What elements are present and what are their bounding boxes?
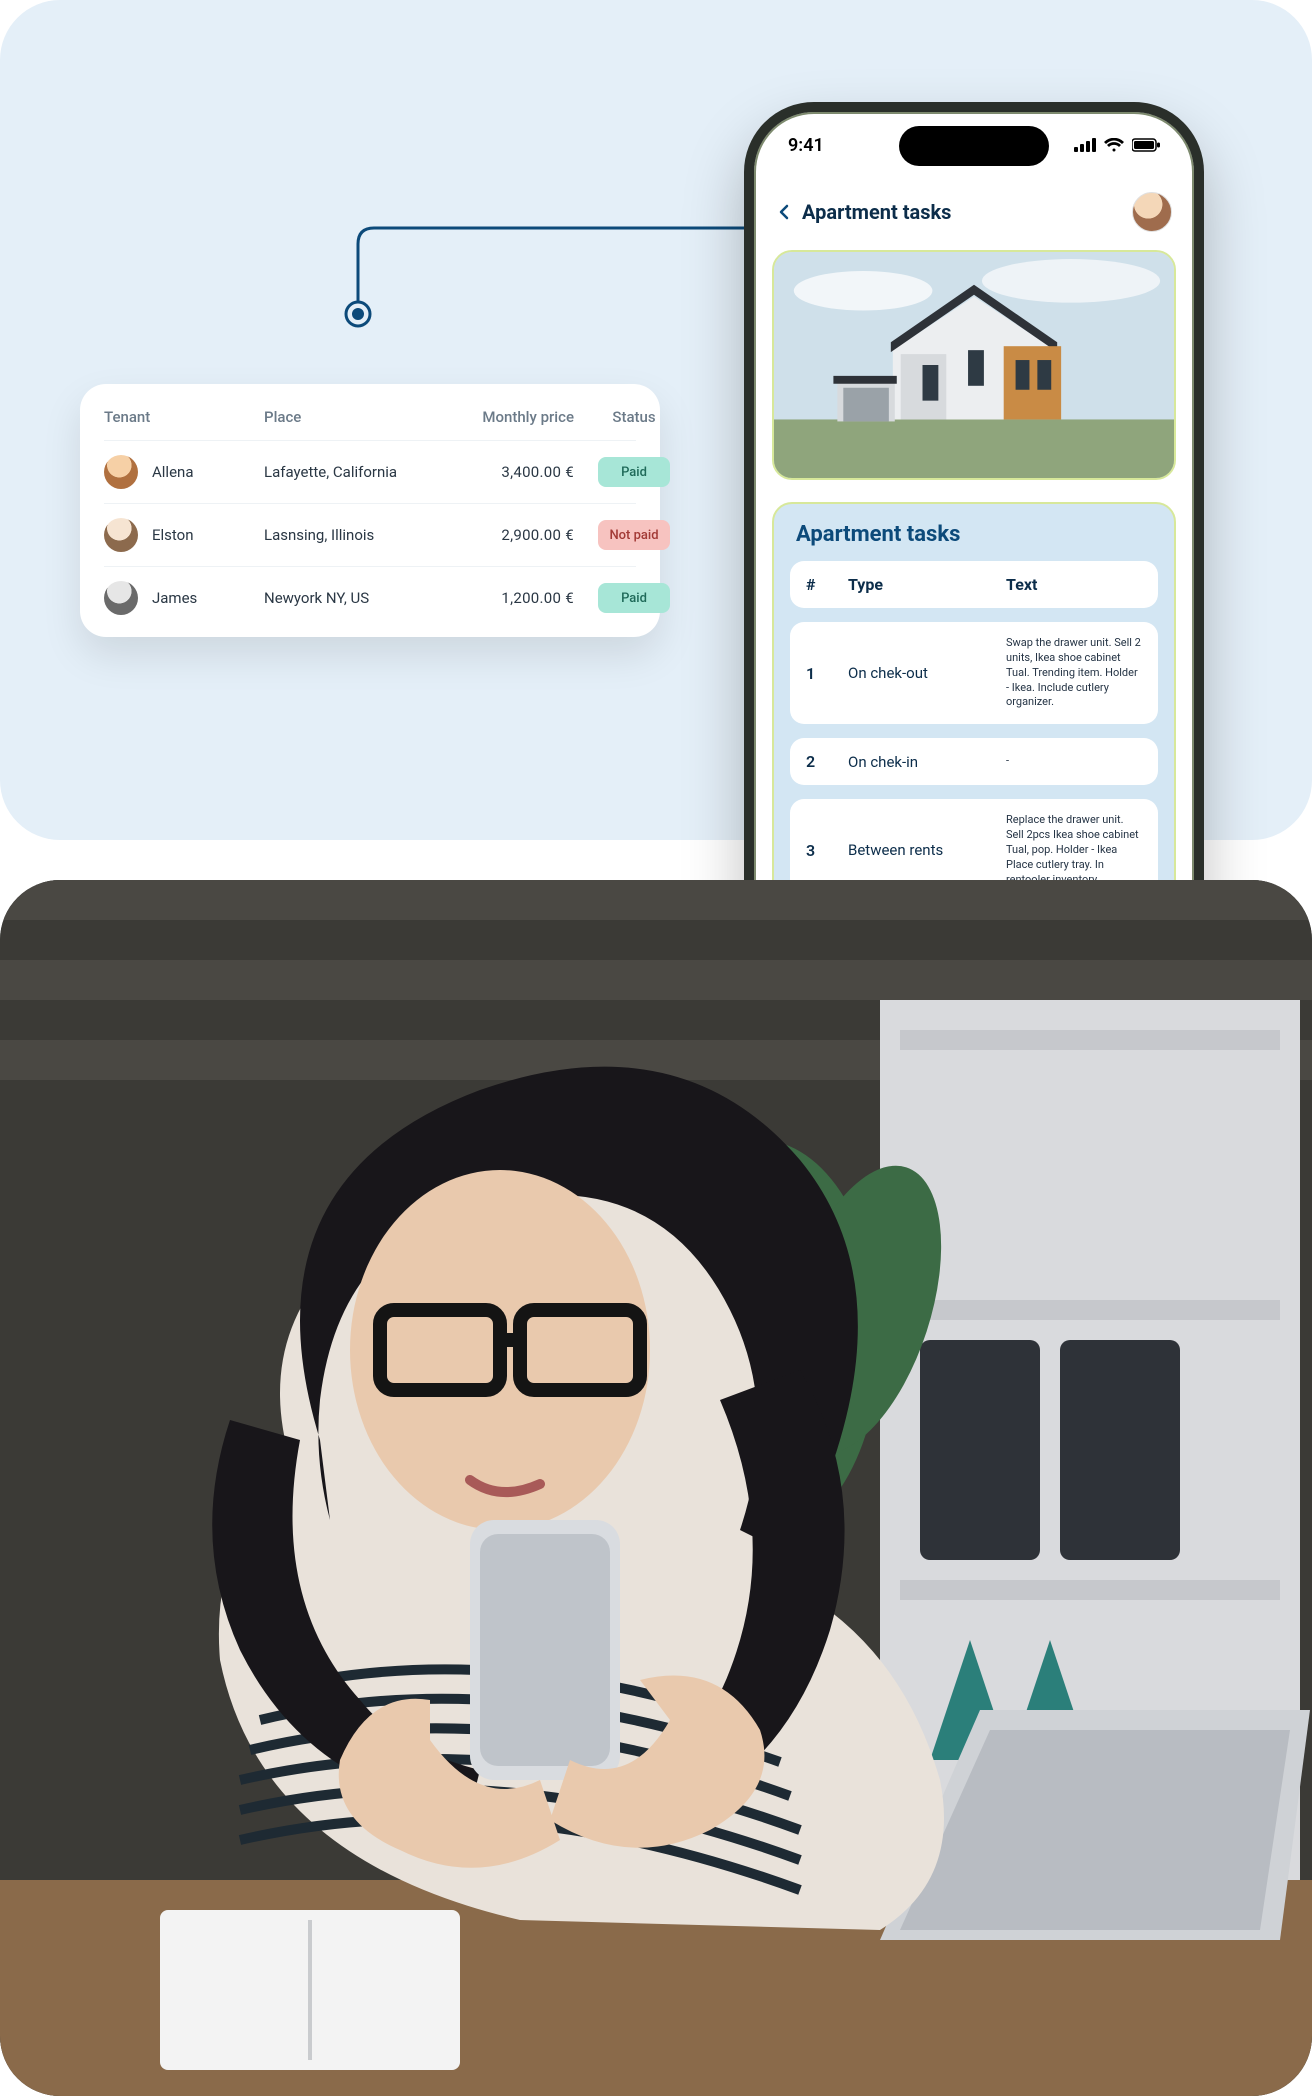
col-type: Type [848, 575, 998, 594]
avatar[interactable] [1132, 192, 1172, 232]
task-index: 2 [806, 752, 840, 771]
tenant-name: Allena [152, 463, 193, 481]
wifi-icon [1104, 138, 1124, 152]
tenant-name: James [152, 589, 197, 607]
phone-notch [899, 126, 1049, 166]
table-row[interactable]: James Newyork NY, US 1,200.00 € Paid [104, 566, 636, 629]
tenant-price: 2,900.00 € [454, 526, 584, 544]
table-row[interactable]: Allena Lafayette, California 3,400.00 € … [104, 440, 636, 503]
tenant-name: Elston [152, 526, 194, 544]
statusbar-time: 9:41 [788, 135, 824, 156]
status-badge: Paid [598, 583, 670, 613]
phone-mock: 9:41 Apartment tasks [744, 102, 1204, 1002]
avatar [104, 518, 138, 552]
task-index: 1 [806, 664, 840, 683]
tenant-table-card: Tenant Place Monthly price Status Allena… [80, 384, 660, 637]
col-tenant: Tenant [104, 408, 264, 426]
task-text: - [1006, 754, 1142, 769]
battery-icon [1132, 138, 1160, 152]
chevron-left-icon[interactable] [776, 204, 792, 220]
list-item[interactable]: 2 On chek-in - [790, 738, 1158, 785]
col-place: Place [264, 408, 454, 426]
page-title: Apartment tasks [802, 200, 951, 224]
task-text: Replace the drawer unit. Sell 2pcs Ikea … [1006, 813, 1142, 887]
task-type: On chek-out [848, 664, 998, 682]
status-badge: Paid [598, 457, 670, 487]
tenant-price: 3,400.00 € [454, 463, 584, 481]
tenant-table-header: Tenant Place Monthly price Status [104, 402, 636, 440]
tenant-place: Lasnsing, Illinois [264, 526, 454, 544]
status-badge: Not paid [598, 520, 670, 550]
table-row[interactable]: Elston Lasnsing, Illinois 2,900.00 € Not… [104, 503, 636, 566]
task-type: On chek-in [848, 753, 998, 771]
list-item[interactable]: 1 On chek-out Swap the drawer unit. Sell… [790, 622, 1158, 724]
panel-title: Apartment tasks [796, 522, 1158, 547]
avatar [104, 581, 138, 615]
tenant-place: Newyork NY, US [264, 589, 454, 607]
col-text: Text [1006, 575, 1142, 594]
signal-icon [1074, 138, 1096, 152]
col-price: Monthly price [454, 408, 584, 426]
col-num: # [806, 575, 840, 594]
avatar [104, 455, 138, 489]
apartment-photo[interactable] [772, 250, 1176, 480]
tenant-price: 1,200.00 € [454, 589, 584, 607]
tasks-table-header: # Type Text [790, 561, 1158, 608]
task-index: 3 [806, 841, 840, 860]
task-text: Swap the drawer unit. Sell 2 units, Ikea… [1006, 636, 1142, 710]
task-type: Between rents [848, 841, 998, 859]
col-status: Status [584, 408, 684, 426]
phone-header: Apartment tasks [772, 178, 1176, 250]
tenant-place: Lafayette, California [264, 463, 454, 481]
lifestyle-photo [0, 880, 1312, 2096]
